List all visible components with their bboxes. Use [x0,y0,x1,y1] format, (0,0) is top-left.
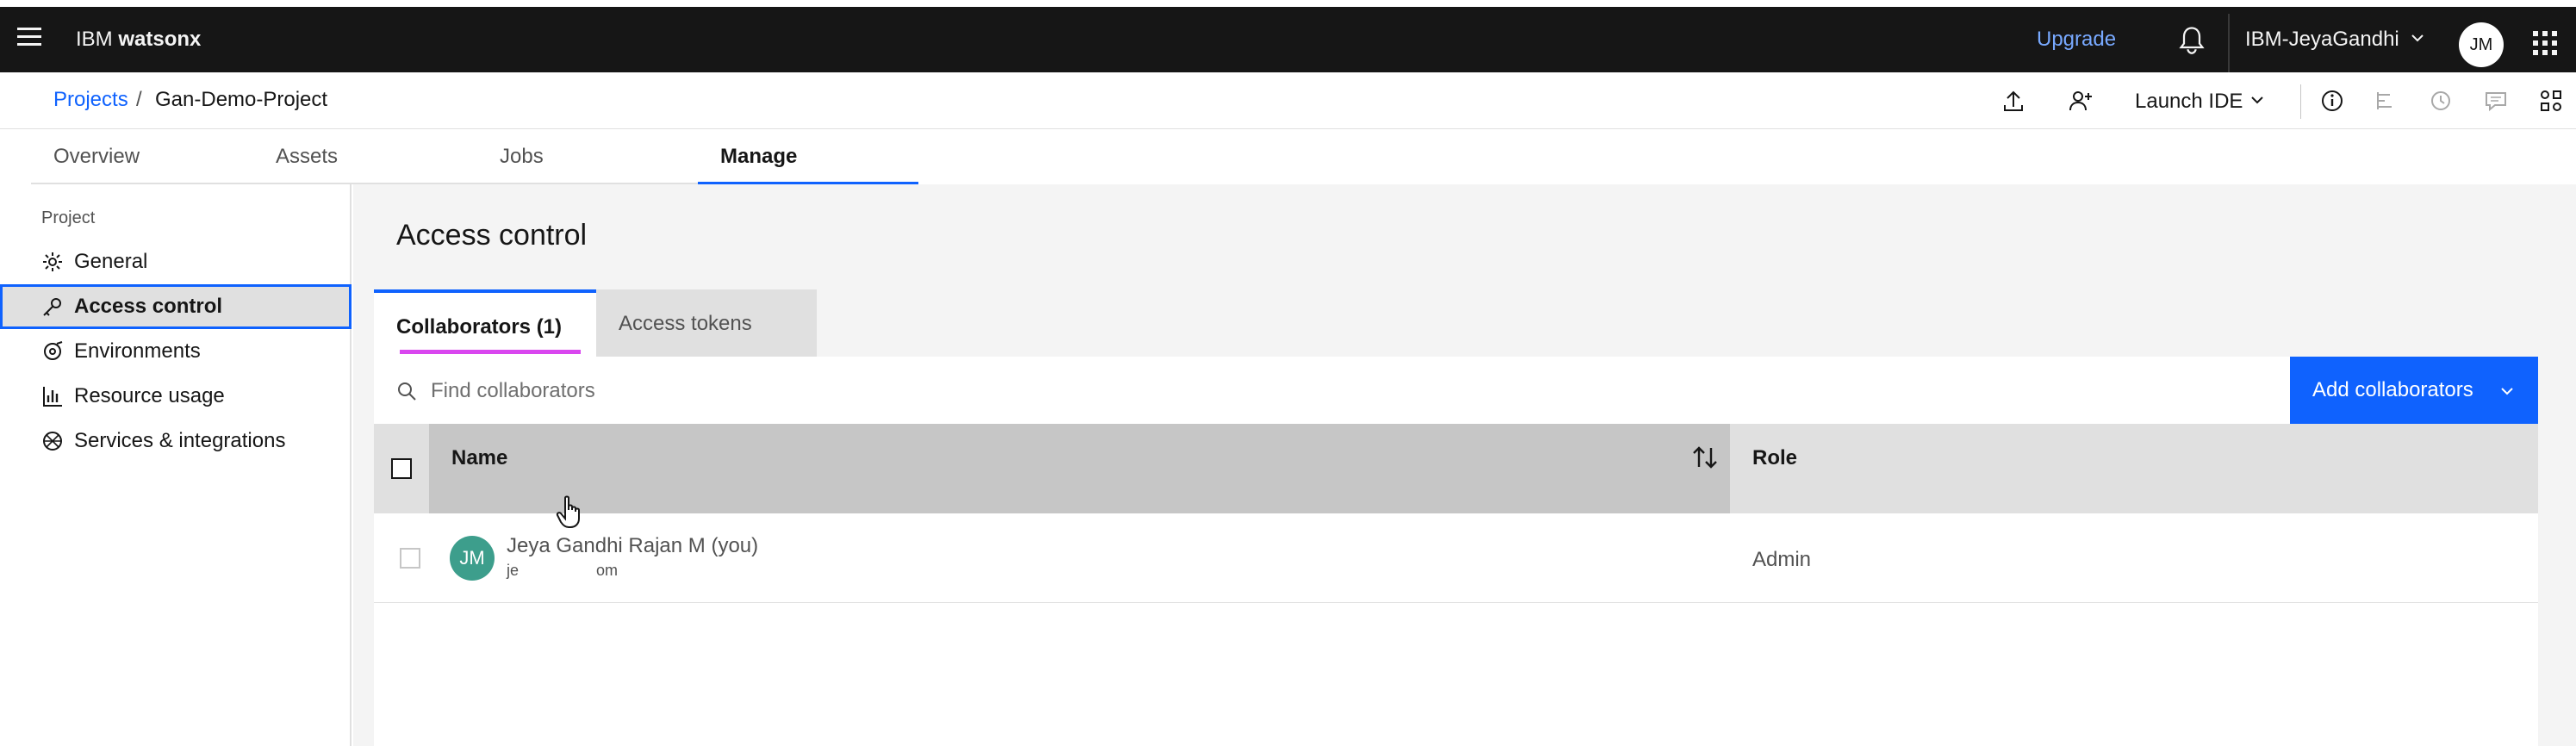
menu-icon[interactable] [17,28,43,52]
upload-icon[interactable] [2000,88,2026,114]
search-icon [398,382,416,401]
sidebar-item-general[interactable]: General [0,239,352,284]
table-header: Name Role [374,424,2538,513]
search-input[interactable] [431,372,1982,410]
column-header-name[interactable]: Name [429,424,1730,513]
project-tabs: Overview Assets Jobs Manage [0,129,2576,184]
sidebar-item-label: Environments [74,339,201,363]
breadcrumb-current: Gan-Demo-Project [155,88,328,111]
tab-manage[interactable]: Manage [698,129,918,184]
sidebar-item-label: Services & integrations [74,429,286,452]
app-switcher-icon[interactable] [2533,31,2557,55]
product-brand[interactable]: IBM watsonx [76,28,201,52]
collaborator-name: Jeya Gandhi Rajan M (you) [507,534,759,557]
select-all-checkbox[interactable] [391,458,412,479]
breadcrumb-separator: / [136,88,142,111]
key-icon [43,298,61,316]
brand-name: watsonx [118,28,202,51]
row-checkbox[interactable] [400,548,420,569]
user-avatar[interactable]: JM [2459,22,2504,67]
hand-cursor-icon [556,495,580,528]
tab-active-underline [400,350,581,354]
header-divider [2228,14,2230,79]
tab-access-tokens[interactable]: Access tokens [596,289,817,357]
gear-icon [43,252,62,271]
column-label: Name [451,446,508,469]
sidebar-item-environments[interactable]: Environments [0,329,352,374]
tab-assets[interactable]: Assets [253,129,477,184]
add-user-icon[interactable] [2068,88,2094,114]
upgrade-link[interactable]: Upgrade [2037,28,2116,52]
account-switcher[interactable]: IBM-JeyaGandhi [2245,28,2399,52]
settings-group-icon[interactable] [2538,88,2564,114]
manage-sidebar: Project General Access control Environme… [0,184,352,746]
collaborator-email: je om [507,562,619,579]
chevron-down-icon[interactable] [2409,29,2426,47]
launch-ide-button[interactable]: Launch IDE [2135,90,2243,114]
header-action-divider [2300,84,2301,119]
integrations-icon [43,432,62,451]
tab-overview[interactable]: Overview [31,129,253,184]
table-empty-area [374,603,2538,746]
project-header: Projects / Gan-Demo-Project Launch IDE [0,72,2576,129]
add-collaborators-label: Add collaborators [2312,378,2473,401]
tab-jobs[interactable]: Jobs [477,129,698,184]
sidebar-item-label: Resource usage [74,384,225,407]
add-collaborators-button[interactable]: Add collaborators [2290,357,2538,424]
avatar: JM [450,536,495,581]
global-header: IBM watsonx Upgrade IBM-JeyaGandhi JM [0,7,2576,79]
tab-label: Overview [53,145,140,168]
brand-prefix: IBM [76,28,113,51]
sidebar-item-access-control[interactable]: Access control [0,284,352,329]
sidebar-item-resource-usage[interactable]: Resource usage [0,374,352,419]
chart-bar-icon [43,387,62,407]
chevron-down-icon[interactable] [2249,91,2266,109]
tab-collaborators[interactable]: Collaborators (1) [374,289,596,357]
tab-label: Assets [276,145,339,168]
sort-icon[interactable] [1690,443,1720,472]
table-row[interactable]: JM Jeya Gandhi Rajan M (you) je om Admin [374,513,2538,603]
notification-icon[interactable] [2176,24,2207,55]
column-header-role[interactable]: Role [1730,424,2538,513]
collaborator-role: Admin [1752,548,1812,571]
tab-label: Manage [720,145,798,168]
sidebar-item-services-integrations[interactable]: Services & integrations [0,419,352,463]
comment-icon[interactable] [2483,88,2509,114]
table-toolbar: Add collaborators [374,357,2538,424]
tab-label: Collaborators (1) [396,315,563,339]
environment-icon [44,341,63,360]
sidebar-item-label: Access control [74,295,223,318]
access-control-panel: Access control Collaborators (1) Access … [353,184,2576,746]
select-all-cell [374,424,429,513]
info-icon[interactable] [2319,88,2345,114]
flow-icon[interactable] [2373,88,2399,114]
history-icon[interactable] [2428,88,2454,114]
sidebar-heading: Project [41,208,96,227]
chevron-down-icon [2501,388,2513,395]
tab-label: Jobs [500,145,544,168]
sidebar-item-label: General [74,250,148,273]
page-title: Access control [396,219,588,252]
column-label: Role [1752,446,1798,469]
top-strip [0,0,2576,7]
breadcrumb-projects-link[interactable]: Projects [53,88,128,112]
tab-label: Access tokens [619,312,752,335]
